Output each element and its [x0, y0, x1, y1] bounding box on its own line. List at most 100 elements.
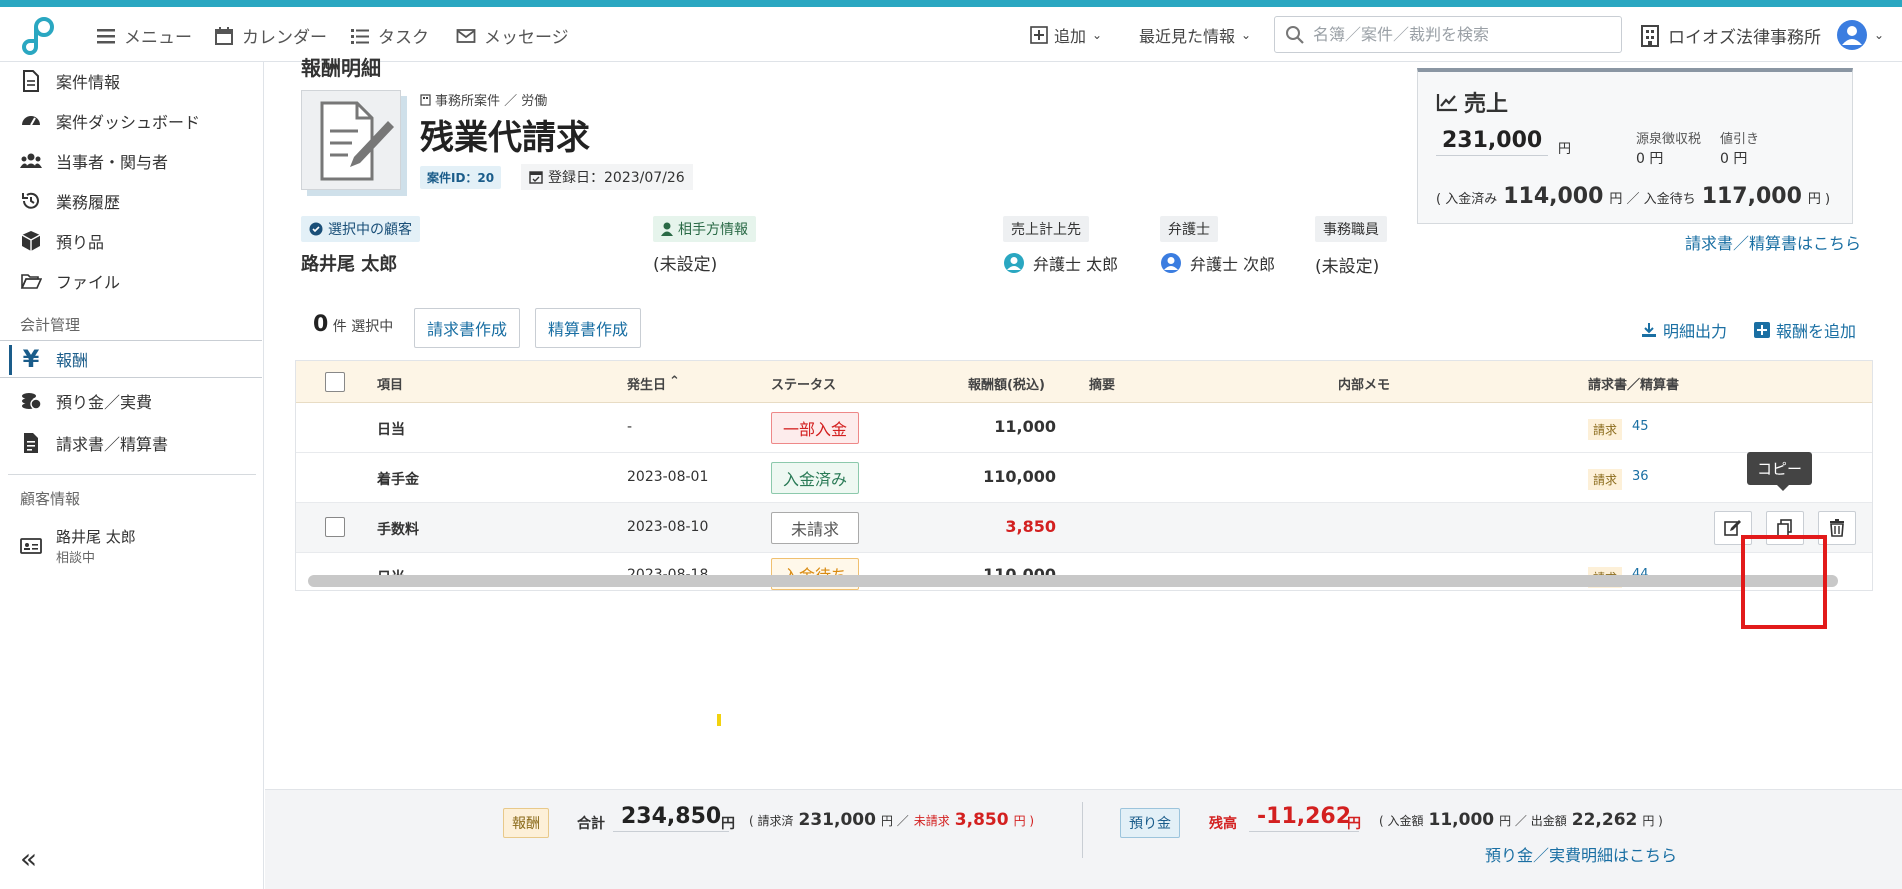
sales-title: 売上	[1436, 86, 1508, 118]
selection-count-suffix: 件 選択中	[332, 319, 394, 335]
sidebar-item-files[interactable]: ファイル	[0, 262, 262, 300]
invoice-tag: 請求	[1588, 419, 1623, 440]
header-summary: 摘要	[1089, 378, 1116, 393]
menu-button[interactable]: メニュー	[96, 23, 192, 48]
sidebar-item-label: 案件ダッシュボード	[56, 113, 201, 132]
in-amount: 11,000	[1428, 810, 1495, 830]
plus-square-icon	[1030, 26, 1048, 44]
app-logo-icon[interactable]	[18, 15, 58, 55]
row-date: -	[627, 419, 633, 435]
create-settlement-button[interactable]: 精算書作成	[535, 308, 642, 348]
sidebar-item-fees[interactable]: ¥ 報酬	[0, 340, 262, 378]
person-icon	[661, 222, 673, 236]
user-avatar-icon	[1004, 253, 1024, 273]
recent-dropdown[interactable]: 最近見た情報 ⌄	[1139, 23, 1251, 47]
collapse-sidebar-icon[interactable]: «	[20, 842, 37, 875]
global-search[interactable]	[1274, 16, 1622, 53]
deposit-breakdown: ( 入金額 11,000 円 ／ 出金額 22,262 円 )	[1379, 810, 1663, 830]
trash-icon	[1830, 519, 1844, 537]
select-all-checkbox[interactable]	[325, 372, 345, 392]
row-checkbox[interactable]	[325, 517, 345, 537]
sidebar-item-deposited-items[interactable]: 預り品	[0, 222, 262, 260]
billed-mid: 円 ／	[880, 814, 909, 828]
dashboard-icon	[22, 116, 40, 126]
search-input[interactable]	[1313, 25, 1603, 44]
sidebar-item-dashboard[interactable]: 案件ダッシュボード	[0, 102, 262, 140]
sidebar-item-label: 報酬	[56, 351, 89, 370]
message-label: メッセージ	[484, 28, 569, 48]
status-badge: 一部入金	[771, 412, 859, 444]
registration-date-text: 登録日：2023/07/26	[548, 170, 685, 186]
sales-target-person[interactable]: 弁護士 太郎	[1003, 251, 1118, 275]
invoice-number-link[interactable]: 36	[1632, 469, 1649, 484]
paid-prefix: ( 入金済み	[1436, 192, 1498, 207]
out-suffix: 円 )	[1642, 814, 1663, 828]
invoice-number-link[interactable]: 45	[1632, 419, 1649, 434]
waiting-amount: 117,000	[1701, 184, 1802, 209]
horizontal-scrollbar[interactable]	[308, 575, 1838, 587]
discount-value: 0 円	[1720, 151, 1748, 167]
selected-client-label: 選択中の顧客	[301, 216, 420, 242]
total-yen: 円	[721, 816, 735, 832]
table-row[interactable]: 着手金 2023-08-01 入金済み 110,000 請求 36	[296, 453, 1872, 503]
menu-label: メニュー	[124, 28, 192, 48]
plus-square-icon	[1754, 322, 1770, 338]
hamburger-icon	[97, 28, 115, 43]
sidebar-item-parties[interactable]: 当事者・関与者	[0, 142, 262, 180]
sort-ascending-icon: ⌃	[669, 374, 680, 389]
office-selector[interactable]: ロイオズ法律事務所	[1640, 23, 1821, 48]
table-row[interactable]: 手数料 2023-08-10 未請求 3,850	[296, 503, 1872, 553]
breadcrumb-text: 事務所案件 ／ 労働	[435, 94, 548, 109]
sidebar-item-deposits[interactable]: 預り金／実費	[0, 382, 262, 420]
id-card-icon	[20, 538, 42, 554]
staff-label: 事務職員	[1315, 216, 1387, 242]
payment-status-line: ( 入金済み 114,000 円 ／ 入金待ち 117,000 円 )	[1436, 184, 1830, 209]
user-avatar-icon	[1837, 20, 1867, 50]
edit-icon	[1724, 520, 1741, 536]
withholding-value: 0 円	[1636, 151, 1664, 167]
lawyer-person[interactable]: 弁護士 次郎	[1160, 251, 1275, 275]
header-date[interactable]: 発生日 ⌃	[627, 374, 680, 393]
create-invoice-button[interactable]: 請求書作成	[414, 308, 521, 348]
search-icon	[1286, 25, 1304, 44]
billed-amount: 231,000	[798, 810, 876, 830]
download-icon	[1642, 323, 1656, 337]
status-badge: 未請求	[771, 512, 859, 544]
envelope-icon	[456, 28, 476, 43]
sales-target-name: 弁護士 太郎	[1033, 255, 1119, 274]
deposit-detail-link[interactable]: 預り金／実費明細はこちら	[1485, 842, 1677, 866]
invoice-icon	[24, 433, 38, 453]
add-label: 追加	[1054, 27, 1087, 46]
row-item: 日当	[377, 422, 405, 438]
table-row[interactable]: 日当 - 一部入金 11,000 請求 45	[296, 403, 1872, 453]
calendar-button[interactable]: カレンダー	[214, 23, 327, 48]
total-label: 合計	[577, 816, 605, 832]
sidebar-item-history[interactable]: 業務履歴	[0, 182, 262, 220]
staff-value: (未設定)	[1315, 257, 1380, 277]
header-date-label: 発生日	[627, 378, 667, 393]
office-name: ロイオズ法律事務所	[1668, 28, 1821, 48]
top-navigation-bar: メニュー カレンダー タスク メッセージ 追加 ⌄ 最近見た情報 ⌄ ロイオズ法…	[0, 7, 1902, 62]
export-button[interactable]: 明細出力	[1641, 318, 1727, 342]
history-icon	[22, 192, 39, 209]
row-amount: 3,850	[1005, 517, 1056, 536]
summary-footer: 報酬 合計 234,850 円 ( 請求済 231,000 円 ／ 未請求 3,…	[265, 789, 1902, 889]
user-menu[interactable]: ⌄	[1836, 19, 1884, 51]
invoice-link[interactable]: 請求書／精算書はこちら	[1685, 230, 1861, 254]
sidebar-item-case-info[interactable]: 案件情報	[0, 62, 262, 100]
registration-date: 登録日：2023/07/26	[521, 164, 693, 190]
message-button[interactable]: メッセージ	[456, 23, 569, 48]
top-accent-stripe	[0, 0, 1902, 7]
fee-table: 項目 発生日 ⌃ ステータス 報酬額(税込) 摘要 内部メモ 請求書／精算書 日…	[295, 360, 1873, 591]
selection-count-number: 0	[313, 312, 329, 337]
selected-client-name[interactable]: 路井尾 太郎	[301, 250, 397, 276]
add-dropdown[interactable]: 追加 ⌄	[1030, 23, 1102, 47]
office-small-icon	[420, 93, 431, 106]
sales-target-label: 売上計上先	[1003, 216, 1089, 242]
task-button[interactable]: タスク	[350, 23, 429, 48]
sidebar-item-invoices[interactable]: 請求書／精算書	[0, 424, 262, 462]
sidebar-client-item[interactable]: 路井尾 太郎 相談中	[0, 522, 262, 570]
row-date: 2023-08-10	[627, 519, 709, 535]
add-fee-button[interactable]: 報酬を追加	[1754, 318, 1856, 342]
invoice-tag: 請求	[1588, 469, 1623, 490]
